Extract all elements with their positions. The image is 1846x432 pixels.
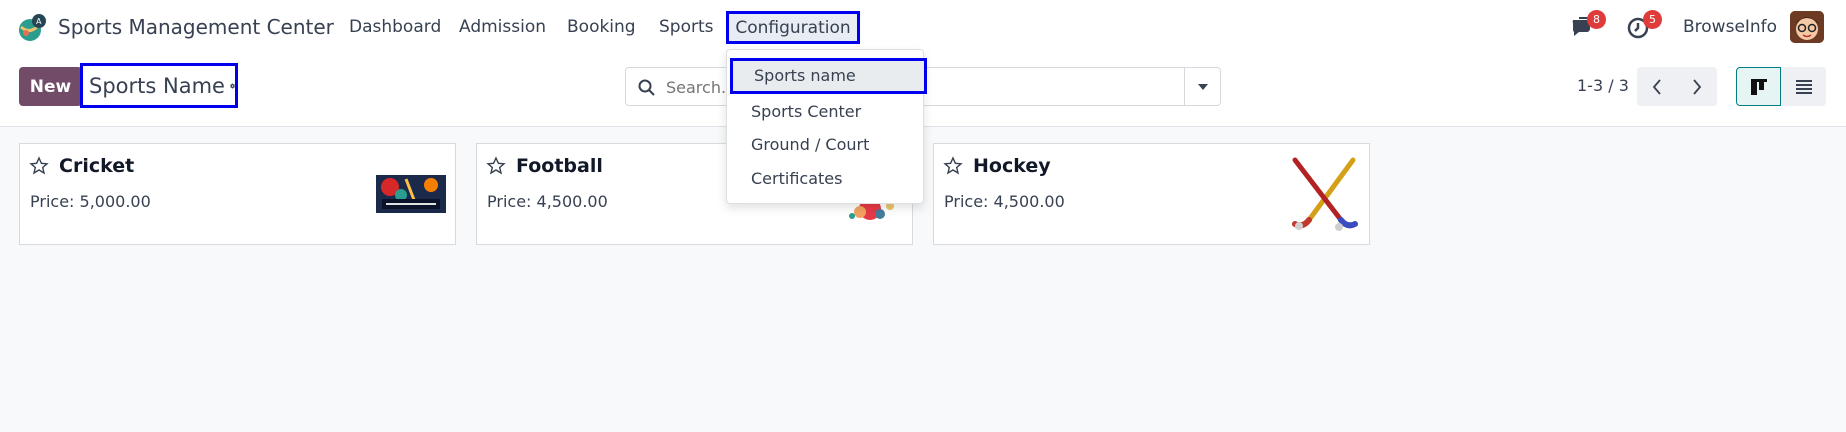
caret-down-icon (1198, 83, 1208, 90)
top-navbar: A Sports Management Center Dashboard Adm… (0, 0, 1846, 53)
svg-text:A: A (36, 17, 42, 26)
menu-booking[interactable]: Booking (567, 17, 636, 37)
favorite-star-icon[interactable] (943, 156, 963, 176)
card-title: Hockey (973, 155, 1051, 177)
dropdown-item-sports-name[interactable]: Sports name (730, 58, 927, 94)
favorite-star-icon[interactable] (29, 156, 49, 176)
menu-admission[interactable]: Admission (459, 17, 546, 37)
menu-sports[interactable]: Sports (659, 17, 714, 37)
kanban-card-hockey[interactable]: Hockey Price: 4,500.00 (933, 143, 1370, 245)
card-price: Price: 5,000.00 (30, 192, 151, 211)
hockey-sticks-image (1292, 157, 1358, 231)
list-view-button[interactable] (1781, 67, 1826, 106)
company-switcher[interactable]: BrowseInfo (1683, 17, 1777, 37)
pager-value[interactable]: 1-3 / 3 (1577, 76, 1629, 95)
page-title-text: Sports Name (89, 73, 225, 98)
search-options-toggle[interactable] (1184, 67, 1221, 106)
dropdown-item-certificates[interactable]: Certificates (751, 169, 842, 188)
favorite-star-icon[interactable] (486, 156, 506, 176)
kanban-view-icon (1750, 78, 1767, 95)
menu-configuration[interactable]: Configuration (726, 11, 860, 44)
activities-count-badge: 5 (1643, 10, 1662, 29)
list-view-icon (1795, 79, 1812, 94)
page-title: Sports Name (80, 63, 238, 108)
sports-app-logo-icon[interactable]: A (17, 13, 47, 43)
search-icon (638, 79, 655, 96)
cricket-image (376, 175, 446, 213)
card-price: Price: 4,500.00 (944, 192, 1065, 211)
gear-icon[interactable] (229, 78, 235, 94)
kanban-view-button[interactable] (1736, 67, 1781, 106)
kanban-card-cricket[interactable]: Cricket Price: 5,000.00 (19, 143, 456, 245)
dropdown-item-ground-court[interactable]: Ground / Court (751, 135, 869, 154)
card-title: Cricket (59, 155, 135, 177)
user-avatar-icon (1790, 11, 1824, 43)
pager-previous-button[interactable] (1637, 67, 1677, 106)
pager-next-button[interactable] (1677, 67, 1717, 106)
menu-dashboard[interactable]: Dashboard (349, 17, 441, 37)
messages-count-badge: 8 (1587, 10, 1606, 29)
dropdown-item-sports-center[interactable]: Sports Center (751, 102, 861, 121)
card-title: Football (516, 155, 603, 177)
chevron-left-icon (1652, 78, 1661, 95)
app-name[interactable]: Sports Management Center (58, 15, 334, 39)
chevron-right-icon (1693, 78, 1702, 95)
configuration-dropdown-menu: Sports name Sports Center Ground / Court… (726, 49, 927, 204)
new-button[interactable]: New (19, 67, 82, 106)
user-avatar[interactable] (1790, 11, 1824, 43)
card-price: Price: 4,500.00 (487, 192, 608, 211)
